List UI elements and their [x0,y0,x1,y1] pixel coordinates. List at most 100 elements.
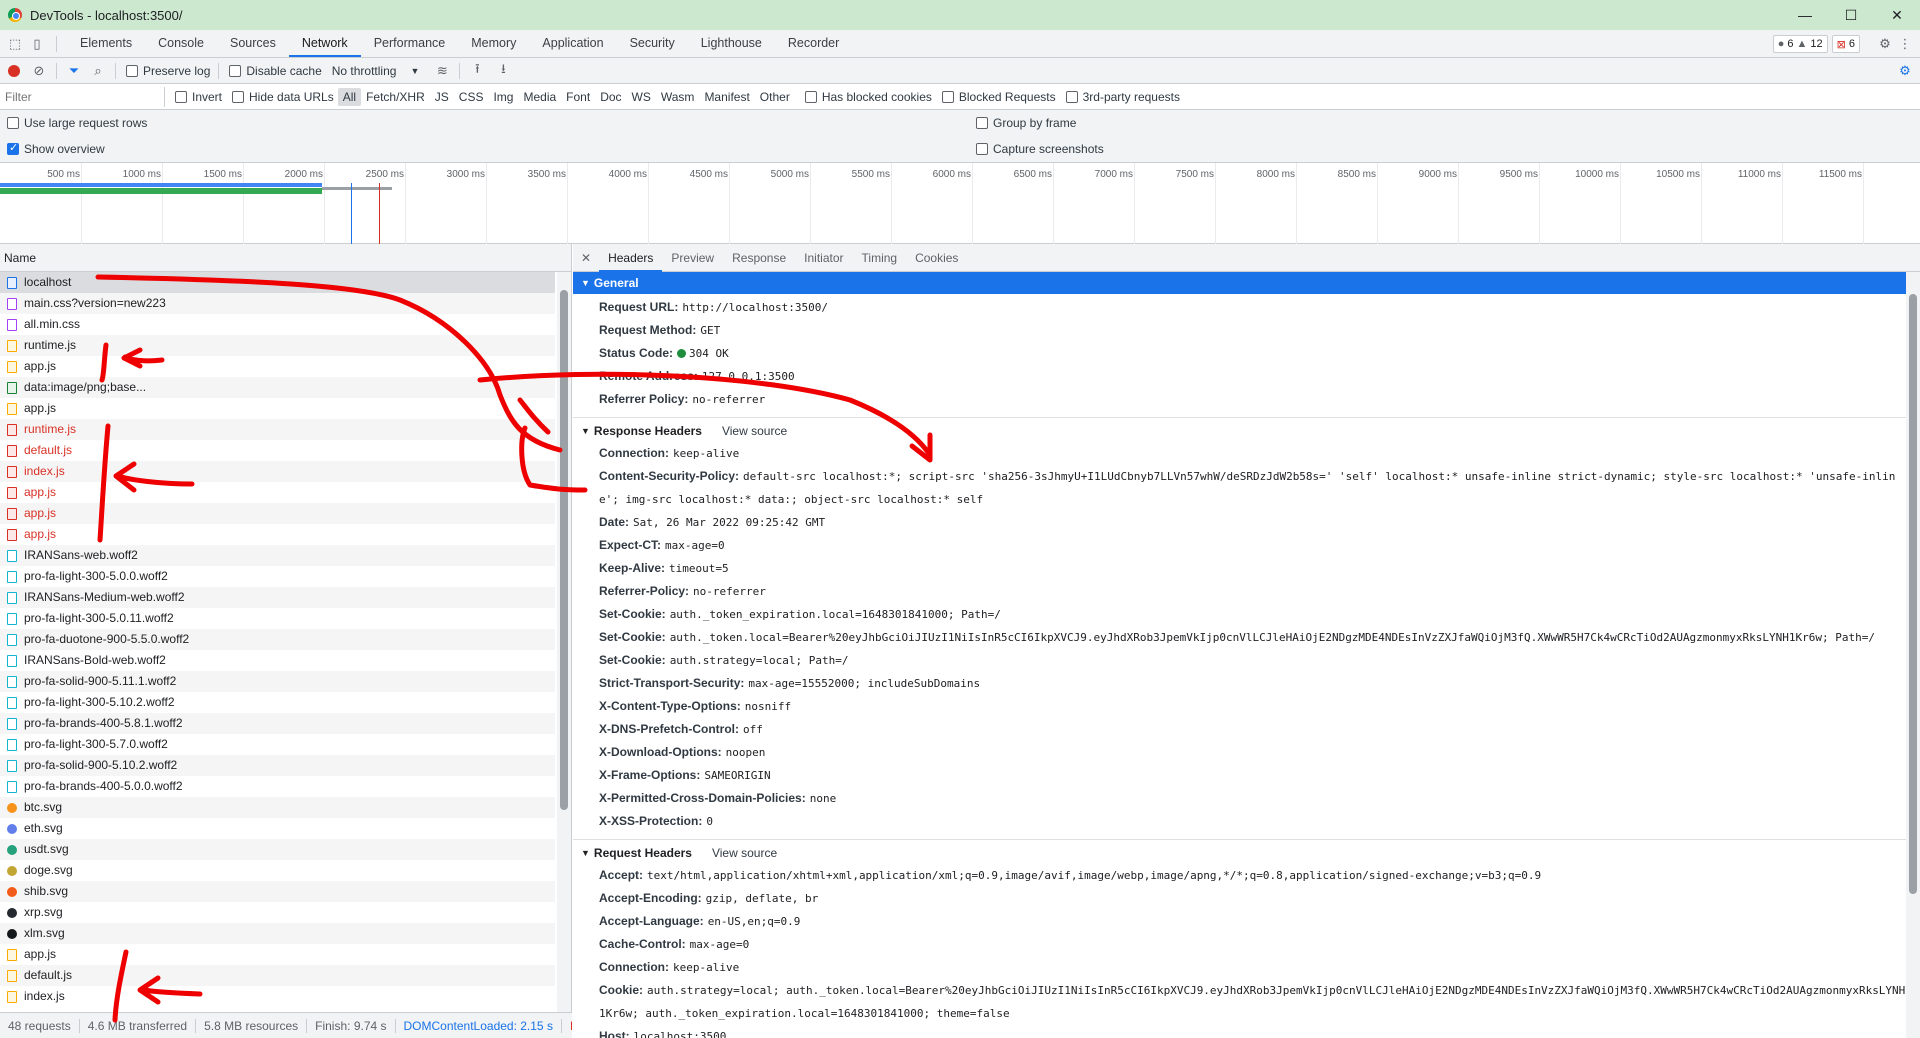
filter-type-ws[interactable]: WS [627,88,656,106]
checkbox[interactable] [229,64,242,77]
checkbox[interactable] [941,90,954,103]
view-source-link[interactable]: View source [722,420,787,442]
request-row[interactable]: doge.svg [0,860,555,881]
request-row[interactable]: default.js [0,965,555,986]
view-source-link[interactable]: View source [712,842,777,864]
details-tab-headers[interactable]: Headers [599,244,663,272]
group-by-frame-checkbox[interactable]: Group by frame [976,116,1076,130]
network-overview[interactable]: 500 ms 1000 ms 1500 ms 2000 ms 2500 ms 3000 m… [0,162,1920,245]
checkbox[interactable] [976,117,988,129]
network-settings-icon[interactable]: ⚙ [1896,62,1914,80]
request-headers-header[interactable]: ▼ Request Headers View source [573,842,1920,864]
details-tab-timing[interactable]: Timing [853,244,907,272]
close-window-button[interactable]: ✕ [1874,0,1920,30]
filter-type-doc[interactable]: Doc [595,88,626,106]
more-menu-icon[interactable]: ⋮ [1896,35,1914,53]
filter-type-css[interactable]: CSS [454,88,489,106]
throttling-select[interactable]: No throttling ▼ [332,64,420,78]
request-row[interactable]: pro-fa-light-300-5.0.0.woff2 [0,566,555,587]
request-row[interactable]: index.js [0,461,555,482]
request-row[interactable]: btc.svg [0,797,555,818]
request-row[interactable]: default.js [0,440,555,461]
column-name-header[interactable]: Name [0,244,571,272]
checkbox[interactable] [1065,90,1078,103]
checkbox[interactable] [804,90,817,103]
request-row[interactable]: app.js [0,503,555,524]
request-row[interactable]: app.js [0,944,555,965]
request-row[interactable]: pro-fa-light-300-5.7.0.woff2 [0,734,555,755]
filter-input[interactable] [0,86,165,107]
request-row[interactable]: pro-fa-brands-400-5.0.0.woff2 [0,776,555,797]
invert-checkbox[interactable]: Invert [175,90,222,104]
request-row[interactable]: pro-fa-solid-900-5.11.1.woff2 [0,671,555,692]
checkbox[interactable] [7,117,19,129]
request-row[interactable]: xlm.svg [0,923,555,944]
request-row[interactable]: localhost [0,272,555,293]
filter-type-wasm[interactable]: Wasm [656,88,700,106]
request-row[interactable]: pro-fa-duotone-900-5.5.0.woff2 [0,629,555,650]
checkbox[interactable] [126,64,138,77]
request-list-scrollbar[interactable] [557,272,571,1012]
request-row[interactable]: IRANSans-Bold-web.woff2 [0,650,555,671]
request-row[interactable]: runtime.js [0,335,555,356]
tab-console[interactable]: Console [145,30,217,57]
details-tab-response[interactable]: Response [723,244,795,272]
gear-icon[interactable]: ⚙ [1876,35,1894,53]
tab-elements[interactable]: Elements [67,30,145,57]
filter-type-img[interactable]: Img [488,88,518,106]
filter-type-js[interactable]: JS [430,88,454,106]
checkbox[interactable] [976,143,988,155]
details-tab-initiator[interactable]: Initiator [795,244,852,272]
clear-icon[interactable]: ⊘ [30,62,48,80]
tab-memory[interactable]: Memory [458,30,529,57]
request-row[interactable]: IRANSans-Medium-web.woff2 [0,587,555,608]
details-tab-preview[interactable]: Preview [662,244,723,272]
checkbox[interactable] [7,141,19,155]
info-badge[interactable]: ● 6 ▲ 12 [1772,35,1828,53]
tab-sources[interactable]: Sources [217,30,289,57]
filter-type-manifest[interactable]: Manifest [699,88,754,106]
request-row[interactable]: app.js [0,482,555,503]
request-row[interactable]: data:image/png;base... [0,377,555,398]
tab-performance[interactable]: Performance [361,30,459,57]
disable-cache-checkbox[interactable]: Disable cache [229,64,322,78]
import-har-icon[interactable]: ⭱ [468,61,486,80]
request-row[interactable]: pro-fa-light-300-5.0.11.woff2 [0,608,555,629]
filter-icon[interactable]: ⏷ [65,62,83,80]
tab-lighthouse[interactable]: Lighthouse [688,30,775,57]
request-row[interactable]: app.js [0,356,555,377]
checkbox[interactable] [232,90,245,103]
request-row[interactable]: app.js [0,398,555,419]
close-details-icon[interactable]: ✕ [573,244,599,272]
request-row[interactable]: eth.svg [0,818,555,839]
request-row[interactable]: pro-fa-solid-900-5.10.2.woff2 [0,755,555,776]
inspect-element-icon[interactable]: ⬚ [6,35,24,53]
details-tab-cookies[interactable]: Cookies [906,244,967,272]
request-row[interactable]: app.js [0,524,555,545]
general-section-header[interactable]: ▼ General [573,272,1920,294]
request-row[interactable]: IRANSans-web.woff2 [0,545,555,566]
request-row[interactable]: main.css?version=new223 [0,293,555,314]
search-icon[interactable]: ⌕ [89,62,107,80]
tab-recorder[interactable]: Recorder [775,30,852,57]
show-overview-checkbox[interactable]: Show overview [7,141,105,156]
tab-security[interactable]: Security [617,30,688,57]
filter-type-fetch-xhr[interactable]: Fetch/XHR [361,88,430,106]
filter-type-other[interactable]: Other [755,88,795,106]
has-blocked-cookies-checkbox[interactable]: Has blocked cookies [804,90,932,104]
filter-type-font[interactable]: Font [561,88,595,106]
device-toolbar-icon[interactable]: ▯ [28,35,46,53]
scrollbar-thumb[interactable] [1909,294,1917,894]
filter-type-media[interactable]: Media [518,88,561,106]
request-row[interactable]: runtime.js [0,419,555,440]
minimize-button[interactable]: — [1782,0,1828,30]
filter-type-all[interactable]: All [337,87,362,106]
response-headers-header[interactable]: ▼ Response Headers View source [573,420,1920,442]
blocked-requests-checkbox[interactable]: Blocked Requests [941,90,1056,104]
third-party-checkbox[interactable]: 3rd-party requests [1065,90,1180,104]
request-row[interactable]: usdt.svg [0,839,555,860]
tab-network[interactable]: Network [288,30,361,57]
wifi-settings-icon[interactable]: ≋ [433,62,451,80]
export-har-icon[interactable]: ⭳ [494,61,512,80]
record-button[interactable] [8,64,20,77]
